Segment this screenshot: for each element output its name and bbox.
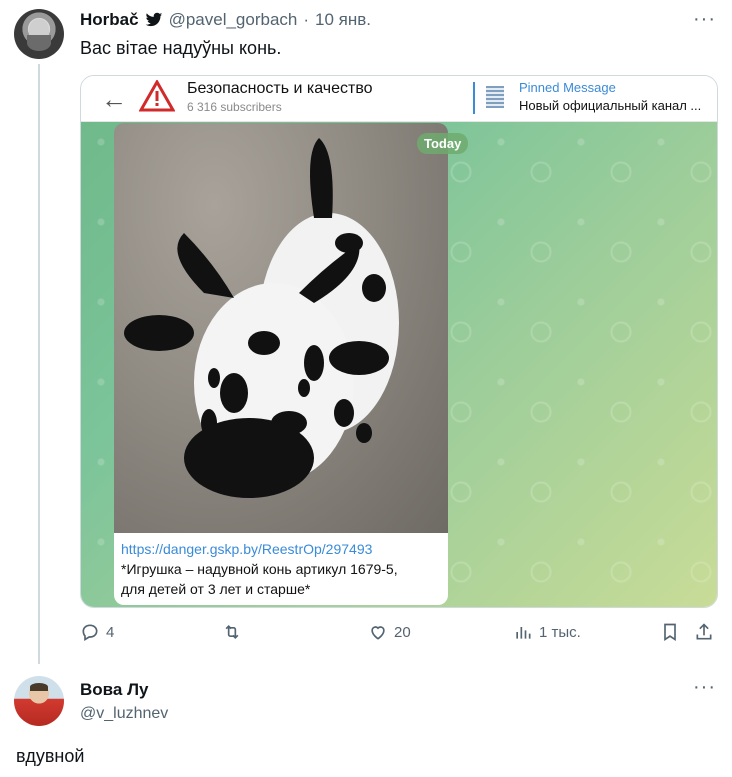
twitter-bird-icon [145,12,162,27]
views-button[interactable]: 1 тыс. [513,622,581,642]
tweet-media[interactable]: ← Безопасность и качество 6 316 subscrib… [80,75,718,608]
avatar[interactable] [14,9,64,59]
reply-button[interactable]: 4 [80,622,114,642]
bookmark-icon [664,623,676,642]
thread-line [38,64,40,664]
message-caption: https://danger.gskp.by/ReestrOp/297493 *… [114,533,448,605]
heart-icon [371,626,385,640]
more-options-icon[interactable]: ··· [693,676,716,699]
like-count: 20 [394,623,411,641]
pinned-message-text: Новый официальный канал ... [519,98,702,113]
caption-line-2: для детей от 3 лет и старше* [121,581,311,597]
reply-icon [82,624,98,641]
avatar-beard [27,35,51,51]
reply-count: 4 [106,623,115,641]
retweet-icon [225,624,239,640]
retweet-button[interactable] [222,622,248,642]
share-button[interactable] [694,622,714,642]
views-chart-icon [516,627,531,639]
view-count: 1 тыс. [539,623,581,641]
tweet-text: Вас вітае надуўны конь. [80,38,282,58]
reply-text: вдувной [16,746,85,766]
subscriber-count: 6 316 subscribers [187,100,282,114]
back-arrow-icon: ← [101,84,127,114]
pinned-divider [473,82,475,114]
separator-dot: · [303,10,310,29]
avatar-reply[interactable] [14,676,64,726]
share-icon [696,623,712,640]
tweet-actions: 4 20 1 тыс. [80,622,720,648]
like-button[interactable]: 20 [368,622,411,642]
reply-author-handle[interactable]: @v_luzhnev [80,705,168,723]
cow-toy-photo [114,123,448,533]
telegram-header: ← Безопасность и качество 6 316 subscrib… [81,76,717,122]
avatar-hair [30,683,48,691]
tweet-header: Horbač @pavel_gorbach · 10 янв. [80,10,371,30]
more-options-icon[interactable]: ··· [693,8,716,31]
author-name[interactable]: Horbač [80,10,139,30]
inflatable-cow-image [124,138,399,498]
channel-name: Безопасность и качество [187,80,373,97]
bookmark-button[interactable] [660,622,680,642]
author-handle[interactable]: @pavel_gorbach [169,10,298,30]
tweet-date[interactable]: 10 янв. [315,10,371,30]
caption-line-1: *Игрушка – надувной конь артикул 1679-5, [121,561,398,577]
pinned-message-label: Pinned Message [519,80,616,95]
reply-author-name[interactable]: Вова Лу [80,680,148,700]
caption-link[interactable]: https://danger.gskp.by/ReestrOp/297493 [121,539,441,559]
qr-code-icon [486,86,504,108]
warning-sign-icon [139,80,175,112]
today-badge: Today [417,133,469,154]
